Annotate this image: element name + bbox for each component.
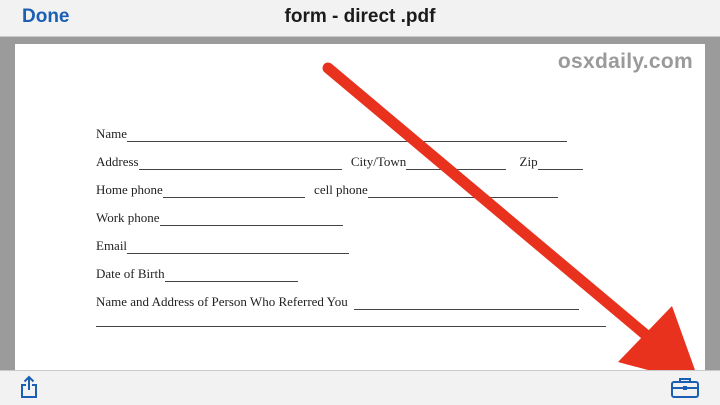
navigation-bar: Done form - direct .pdf	[0, 0, 720, 37]
watermark: osxdaily.com	[557, 50, 693, 73]
document-title: form - direct .pdf	[284, 6, 436, 27]
name-row: Name	[96, 126, 568, 142]
referrer-row: Name and Address of Person Who Referred …	[96, 294, 579, 310]
referrer-line	[353, 297, 579, 310]
dob-line	[164, 269, 298, 282]
home-phone-line	[162, 185, 305, 198]
work-phone-line	[159, 213, 343, 226]
name-label: Name	[96, 126, 128, 141]
dob-row: Date of Birth	[96, 266, 298, 282]
work-phone-row: Work phone	[96, 210, 343, 226]
address-row: Address City/Town Zip	[96, 154, 583, 170]
cell-phone-label: cell phone	[314, 182, 368, 197]
home-phone-label: Home phone	[96, 182, 163, 197]
address-line	[138, 157, 342, 170]
name-line	[127, 129, 568, 142]
city-line	[406, 157, 507, 170]
toolbox-icon[interactable]	[670, 377, 700, 404]
phone-row: Home phone cell phone	[96, 182, 558, 198]
address-label: Address	[96, 154, 139, 169]
referrer-label: Name and Address of Person Who Referred …	[96, 294, 348, 309]
bottom-toolbar	[0, 370, 720, 405]
email-row: Email	[96, 238, 350, 254]
zip-label: Zip	[519, 154, 538, 169]
email-line	[127, 241, 350, 254]
dob-label: Date of Birth	[96, 266, 165, 281]
cell-phone-line	[367, 185, 558, 198]
zip-line	[537, 157, 583, 170]
share-icon[interactable]	[19, 375, 39, 404]
city-label: City/Town	[350, 154, 407, 169]
email-label: Email	[96, 238, 128, 253]
pdf-page[interactable]: osxdaily.com Name Address City/Town Zip …	[15, 44, 705, 370]
work-phone-label: Work phone	[96, 210, 160, 225]
referrer-line-2	[96, 326, 606, 327]
